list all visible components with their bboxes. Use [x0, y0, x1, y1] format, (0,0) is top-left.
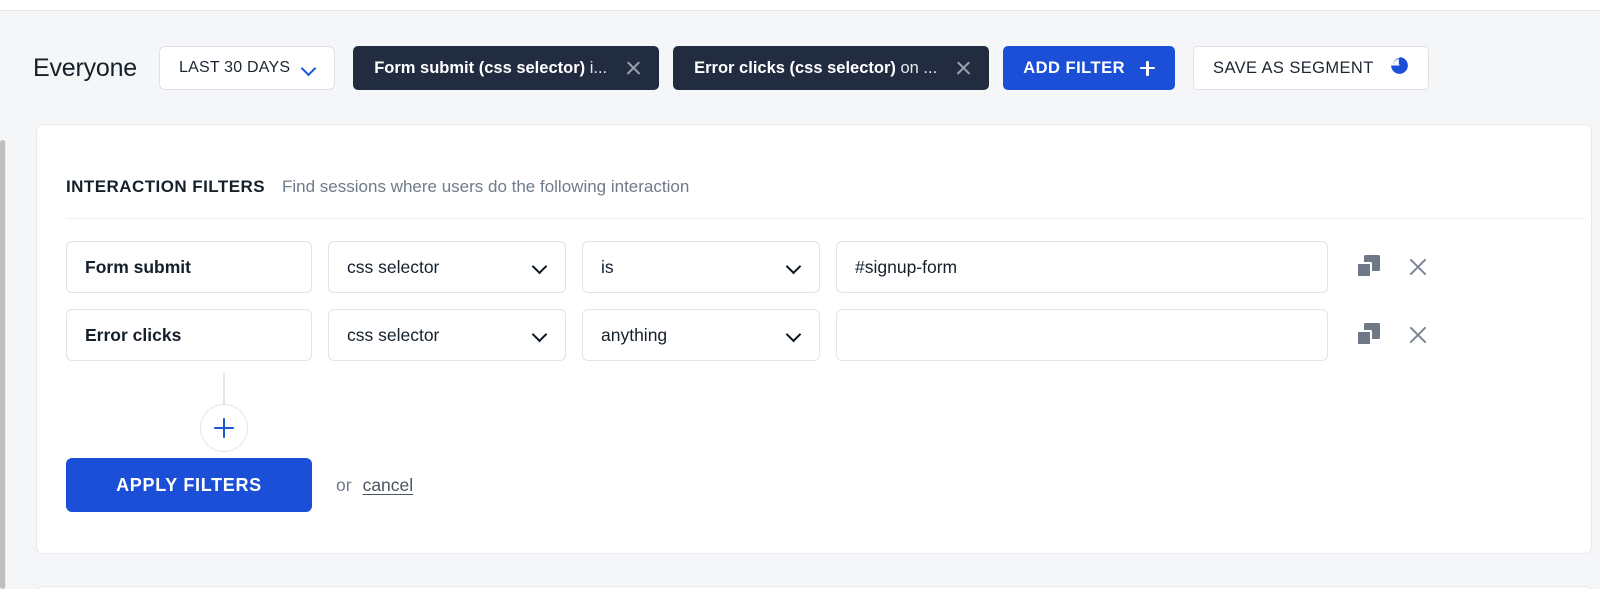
- operator-dropdown-0[interactable]: is: [582, 241, 820, 293]
- filter-chip-label-strong: Form submit (css selector): [374, 58, 586, 77]
- close-icon[interactable]: [1407, 256, 1429, 278]
- save-as-segment-button[interactable]: SAVE AS SEGMENT: [1193, 46, 1429, 90]
- card-header: INTERACTION FILTERS Find sessions where …: [37, 125, 1591, 197]
- connector-line: [223, 373, 225, 408]
- add-filter-button[interactable]: ADD FILTER: [1003, 46, 1176, 90]
- event-name-field-0[interactable]: Form submit: [66, 241, 312, 293]
- plus-icon: [1140, 60, 1156, 76]
- add-filter-row-area: [66, 373, 366, 455]
- card-subtitle: Find sessions where users do the followi…: [282, 177, 690, 196]
- chevron-down-icon: [533, 328, 547, 342]
- selector-type-value: css selector: [347, 324, 440, 345]
- operator-dropdown-1[interactable]: anything: [582, 309, 820, 361]
- filter-chip-label-weak: i...: [585, 58, 608, 77]
- chevron-down-icon: [533, 260, 547, 274]
- add-filter-label: ADD FILTER: [1023, 58, 1126, 77]
- filter-chip-label-weak: on ...: [895, 58, 938, 77]
- chevron-down-icon: [302, 62, 315, 75]
- selector-type-value: css selector: [347, 256, 440, 277]
- add-filter-row-button[interactable]: [200, 404, 248, 452]
- table-row: Error clicks css selector anything: [66, 309, 1591, 361]
- card-actions: APPLY FILTERS or cancel: [37, 455, 1591, 512]
- close-icon[interactable]: [625, 60, 642, 77]
- filter-chip-label: Form submit (css selector) i...: [374, 59, 607, 78]
- value-input-1[interactable]: [836, 309, 1328, 361]
- operator-value: anything: [601, 324, 668, 345]
- card-title: INTERACTION FILTERS: [66, 177, 266, 196]
- cancel-link[interactable]: cancel: [363, 475, 414, 496]
- or-label: or: [336, 474, 352, 495]
- top-white-strip: [0, 0, 1600, 10]
- event-name-value: Error clicks: [85, 324, 182, 345]
- selector-type-dropdown-0[interactable]: css selector: [328, 241, 566, 293]
- page-scrollbar-track: [5, 140, 6, 589]
- selector-type-dropdown-1[interactable]: css selector: [328, 309, 566, 361]
- chevron-down-icon: [787, 328, 801, 342]
- close-icon[interactable]: [1407, 324, 1429, 346]
- chevron-down-icon: [787, 260, 801, 274]
- app-page: Everyone LAST 30 DAYS Form submit (css s…: [0, 0, 1600, 589]
- filter-chip-form-submit[interactable]: Form submit (css selector) i...: [353, 46, 660, 90]
- audience-title: Everyone: [33, 54, 138, 82]
- filter-chip-error-clicks[interactable]: Error clicks (css selector) on ...: [673, 46, 990, 90]
- table-row: Form submit css selector is #signup-form: [66, 241, 1591, 293]
- filter-chip-label-strong: Error clicks (css selector): [694, 58, 896, 77]
- event-name-value: Form submit: [85, 256, 191, 277]
- interaction-filters-card: INTERACTION FILTERS Find sessions where …: [36, 124, 1592, 554]
- value-input-text: #signup-form: [855, 256, 958, 277]
- app-body: Everyone LAST 30 DAYS Form submit (css s…: [0, 10, 1600, 589]
- pie-chart-icon: [1390, 56, 1409, 80]
- page-scrollbar[interactable]: [0, 140, 5, 589]
- filter-chip-label: Error clicks (css selector) on ...: [694, 59, 937, 78]
- filter-rows: Form submit css selector is #signup-form: [37, 219, 1591, 455]
- close-icon[interactable]: [955, 60, 972, 77]
- date-range-label: LAST 30 DAYS: [179, 59, 291, 76]
- save-as-segment-label: SAVE AS SEGMENT: [1213, 58, 1374, 77]
- date-range-selector[interactable]: LAST 30 DAYS: [159, 46, 336, 90]
- duplicate-icon[interactable]: [1356, 323, 1380, 347]
- duplicate-icon[interactable]: [1356, 255, 1380, 279]
- event-name-field-1[interactable]: Error clicks: [66, 309, 312, 361]
- row-actions-0: [1356, 255, 1429, 279]
- row-actions-1: [1356, 323, 1429, 347]
- value-input-0[interactable]: #signup-form: [836, 241, 1328, 293]
- operator-value: is: [601, 256, 614, 277]
- filter-header-bar: Everyone LAST 30 DAYS Form submit (css s…: [33, 45, 1429, 91]
- apply-filters-button[interactable]: APPLY FILTERS: [66, 458, 312, 512]
